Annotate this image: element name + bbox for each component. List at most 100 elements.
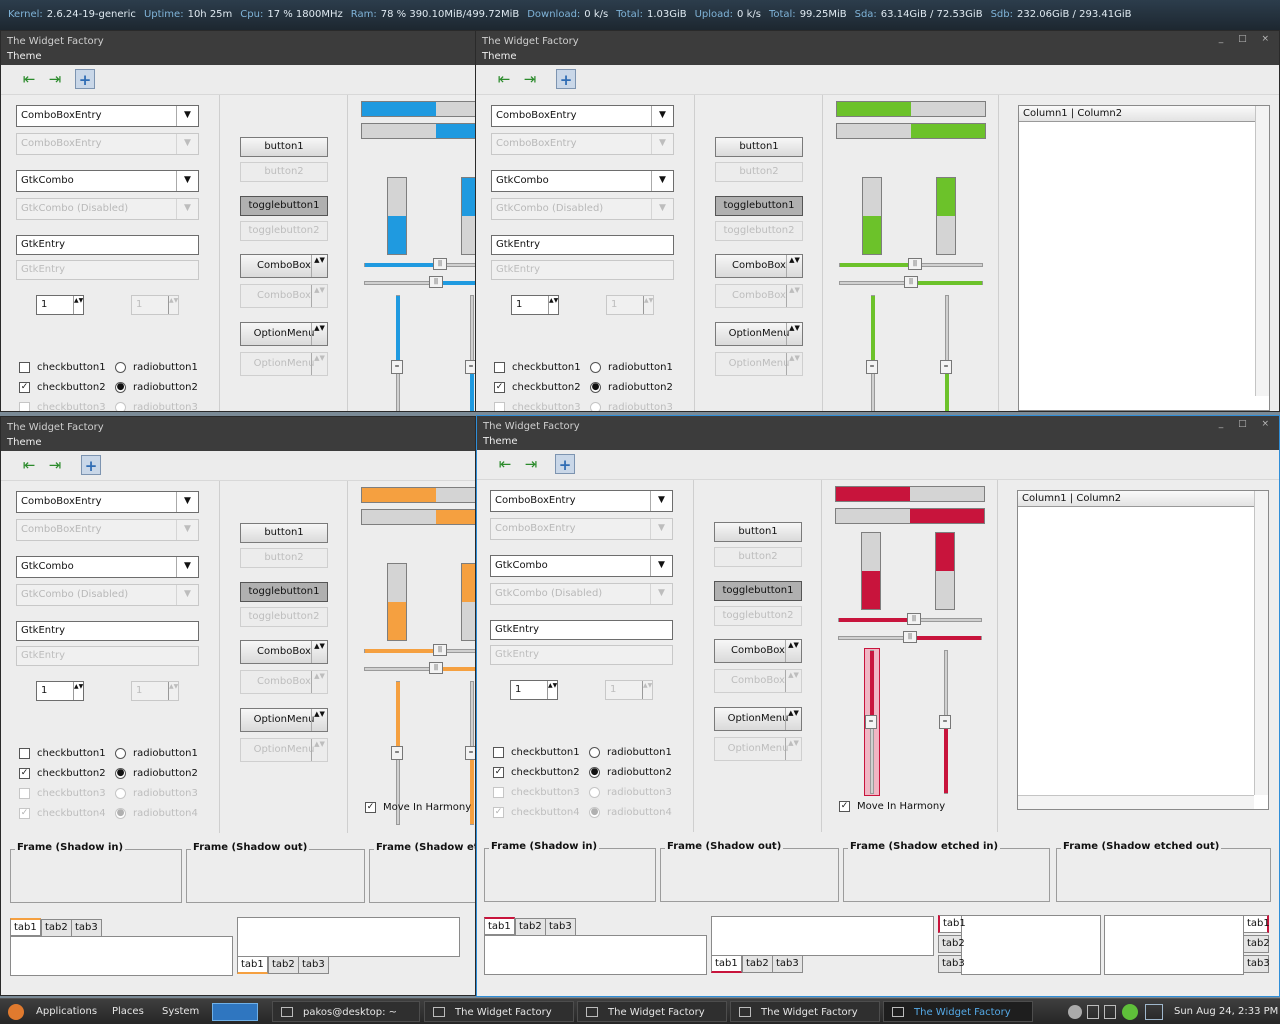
scale-handle[interactable]: || <box>429 276 443 288</box>
horizontal-scale-inverted[interactable]: || <box>364 662 475 674</box>
chevron-down-icon[interactable]: ▼ <box>650 556 672 576</box>
add-theme-icon[interactable]: + <box>556 69 576 89</box>
optionmenu[interactable]: OptionMenu ▲▼ <box>715 322 803 346</box>
previous-theme-icon[interactable]: ⇤ <box>19 69 39 89</box>
optionmenu[interactable]: OptionMenu ▲▼ <box>240 322 328 346</box>
tab-tab1[interactable]: tab1 <box>938 915 966 933</box>
radiobutton1[interactable]: radiobutton1 <box>588 361 673 375</box>
checkbutton2[interactable]: ✓ checkbutton2 <box>491 766 580 780</box>
tree-view[interactable]: Column1 | Column2 <box>1018 105 1270 411</box>
horizontal-scale[interactable]: || <box>364 258 475 270</box>
tab-tab3[interactable]: tab3 <box>71 919 102 937</box>
radiobutton2[interactable]: ● radiobutton2 <box>113 381 198 395</box>
optionmenu[interactable]: OptionMenu ▲▼ <box>240 708 328 732</box>
taskbar-terminal[interactable]: pakos@desktop: ~ <box>272 1001 420 1022</box>
network-manager-icon[interactable] <box>1145 1004 1163 1020</box>
tab-tab2[interactable]: tab2 <box>938 935 965 953</box>
combobox-entry[interactable]: ComboBoxEntry ▼ <box>491 105 674 127</box>
togglebutton1[interactable]: togglebutton1 <box>715 196 803 216</box>
widget-factory-window-red[interactable]: The Widget Factory _ □ × Theme ⇤ ⇥ + Comb… <box>476 415 1280 997</box>
menu-applications[interactable]: Applications <box>36 1006 97 1017</box>
next-theme-icon[interactable]: ⇥ <box>45 455 65 475</box>
menu-places[interactable]: Places <box>112 1006 144 1017</box>
chevron-down-icon[interactable]: ▼ <box>176 106 198 126</box>
button1[interactable]: button1 <box>240 523 328 543</box>
horizontal-scale-inverted[interactable]: || <box>839 276 983 288</box>
combobox[interactable]: ComboBox ▲▼ <box>240 640 328 664</box>
scale-handle[interactable]: = <box>939 715 951 729</box>
radiobutton1[interactable]: radiobutton1 <box>113 747 198 761</box>
tab-tab2[interactable]: tab2 <box>515 918 546 936</box>
tab-tab1[interactable]: tab1 <box>1243 915 1270 933</box>
column2-header[interactable]: Column2 <box>1077 108 1122 119</box>
network-icon[interactable] <box>1068 1005 1082 1019</box>
column1-header[interactable]: Column1 <box>1022 493 1067 504</box>
ubuntu-logo-icon[interactable] <box>8 1004 24 1020</box>
taskbar-widget-factory-4[interactable]: The Widget Factory <box>883 1001 1033 1022</box>
window-titlebar[interactable]: The Widget Factory <box>1 417 475 435</box>
radiobutton1[interactable]: radiobutton1 <box>587 746 672 760</box>
column1-header[interactable]: Column1 <box>1023 108 1068 119</box>
tree-header[interactable]: Column1 | Column2 <box>1018 491 1254 507</box>
button1[interactable]: button1 <box>714 522 802 542</box>
horizontal-scale-inverted[interactable]: || <box>838 631 982 643</box>
horizontal-scale[interactable]: || <box>839 258 983 270</box>
add-theme-icon[interactable]: + <box>81 455 101 475</box>
checkbutton1[interactable]: checkbutton1 <box>492 361 581 375</box>
vertical-scale-inverted[interactable]: = <box>940 295 952 411</box>
horizontal-scale[interactable]: || <box>364 644 475 656</box>
window-titlebar[interactable]: The Widget Factory _ □ × <box>477 416 1279 434</box>
scale-handle[interactable]: = <box>391 746 403 760</box>
tab-tab3[interactable]: tab3 <box>545 918 576 936</box>
tab-tab1[interactable]: tab1 <box>711 955 742 973</box>
vertical-scale[interactable]: = <box>865 650 877 794</box>
chevron-down-icon[interactable]: ▼ <box>651 106 673 126</box>
gtk-combo[interactable]: GtkCombo ▼ <box>16 556 199 578</box>
scale-handle[interactable]: || <box>433 644 447 656</box>
button1[interactable]: button1 <box>240 137 328 157</box>
scale-handle[interactable]: || <box>429 662 443 674</box>
scale-handle[interactable]: || <box>433 258 447 270</box>
vertical-scale[interactable]: = <box>866 295 878 411</box>
window-buttons[interactable]: _ □ × <box>1219 419 1275 429</box>
chevron-down-icon[interactable]: ▼ <box>176 492 198 512</box>
togglebutton1[interactable]: togglebutton1 <box>240 196 328 216</box>
vertical-scrollbar[interactable] <box>1254 491 1268 795</box>
vertical-scale-inverted[interactable]: = <box>465 295 475 411</box>
spin-arrows-icon[interactable]: ▲▼ <box>73 296 83 314</box>
vertical-scrollbar[interactable] <box>1255 106 1269 396</box>
radiobutton2[interactable]: ● radiobutton2 <box>587 766 672 780</box>
previous-theme-icon[interactable]: ⇤ <box>495 454 515 474</box>
workspace-switcher[interactable] <box>212 1003 258 1021</box>
scale-handle[interactable]: || <box>907 613 921 625</box>
next-theme-icon[interactable]: ⇥ <box>520 69 540 89</box>
spin-arrows-icon[interactable]: ▲▼ <box>547 681 557 699</box>
horizontal-scrollbar[interactable] <box>1018 795 1254 809</box>
gtk-entry[interactable]: GtkEntry <box>16 235 199 255</box>
gtk-entry[interactable]: GtkEntry <box>16 621 199 641</box>
vertical-scale[interactable]: = <box>391 295 403 411</box>
checkbutton1[interactable]: checkbutton1 <box>17 747 106 761</box>
scale-handle[interactable]: || <box>903 631 917 643</box>
combobox[interactable]: ComboBox ▲▼ <box>714 639 802 663</box>
chevron-down-icon[interactable]: ▼ <box>650 491 672 511</box>
spin-button[interactable]: 1 ▲▼ <box>36 681 84 701</box>
tab-tab3[interactable]: tab3 <box>1243 955 1270 973</box>
scale-handle[interactable]: = <box>865 715 877 729</box>
spin-arrows-icon[interactable]: ▲▼ <box>548 296 558 314</box>
tab-tab1[interactable]: tab1 <box>237 956 268 974</box>
previous-theme-icon[interactable]: ⇤ <box>19 455 39 475</box>
menu-theme[interactable]: Theme <box>1 49 475 65</box>
scale-handle[interactable]: = <box>465 746 475 760</box>
taskbar-widget-factory-3[interactable]: The Widget Factory <box>730 1001 880 1022</box>
spin-button[interactable]: 1 ▲▼ <box>510 680 558 700</box>
taskbar-widget-factory-1[interactable]: The Widget Factory <box>424 1001 574 1022</box>
tree-header[interactable]: Column1 | Column2 <box>1019 106 1255 122</box>
tab-tab3[interactable]: tab3 <box>938 955 965 973</box>
chevron-down-icon[interactable]: ▼ <box>176 171 198 191</box>
add-theme-icon[interactable]: + <box>555 454 575 474</box>
checkbutton2[interactable]: ✓ checkbutton2 <box>17 767 106 781</box>
previous-theme-icon[interactable]: ⇤ <box>494 69 514 89</box>
update-notifier-icon[interactable] <box>1122 1004 1138 1020</box>
spin-button[interactable]: 1 ▲▼ <box>511 295 559 315</box>
